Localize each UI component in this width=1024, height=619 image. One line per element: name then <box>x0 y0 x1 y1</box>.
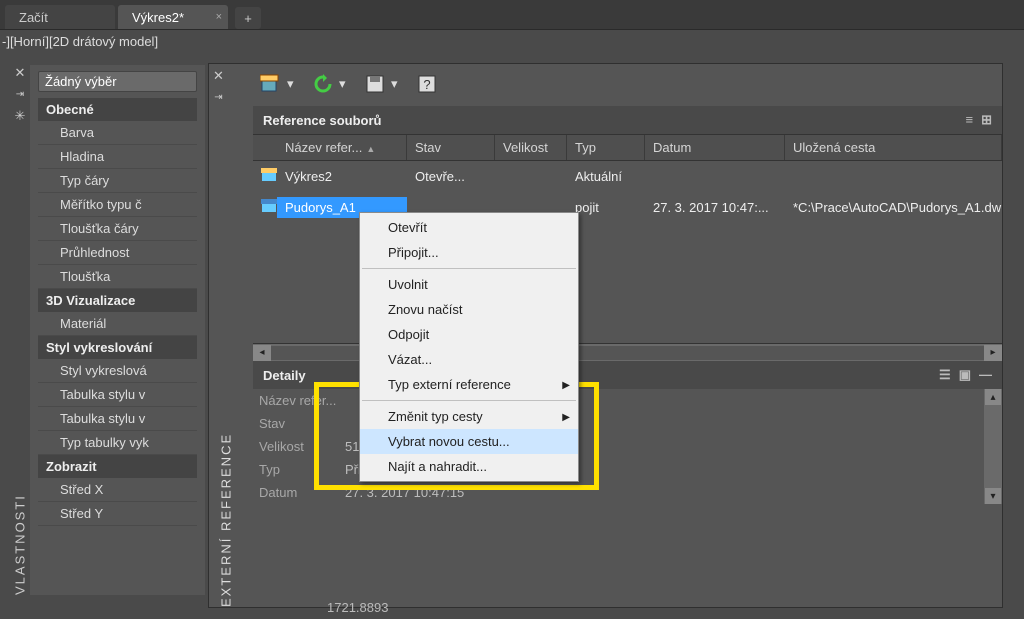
dwg-icon <box>261 167 277 183</box>
svg-text:?: ? <box>423 77 430 92</box>
prop-tloustka-cary[interactable]: Tloušťka čáry <box>38 217 197 241</box>
close-icon[interactable]: × <box>216 11 222 23</box>
stred-y-value: 1721.8893 <box>327 600 388 615</box>
chevron-right-icon: ▶ <box>562 412 570 423</box>
menu-select-new-path[interactable]: Vybrat novou cestu... <box>360 429 578 454</box>
menu-attach[interactable]: Připojit... <box>360 240 578 265</box>
prop-hladina[interactable]: Hladina <box>38 145 197 169</box>
prop-tloustka[interactable]: Tloušťka <box>38 265 197 289</box>
scroll-up-icon[interactable]: ▴ <box>985 389 1001 405</box>
section-obecne[interactable]: Obecné <box>38 98 197 121</box>
menu-detach[interactable]: Odpojit <box>360 322 578 347</box>
prop-barva[interactable]: Barva <box>38 121 197 145</box>
minimize-icon[interactable]: — <box>979 367 992 383</box>
menu-open[interactable]: Otevřít <box>360 215 578 240</box>
panel-title: Reference souborů <box>263 113 381 128</box>
prop-pruhlednost[interactable]: Průhlednost <box>38 241 197 265</box>
attach-dwg-button[interactable] <box>259 72 283 96</box>
preview-icon[interactable]: ▣ <box>959 367 971 383</box>
menu-unload[interactable]: Uvolnit <box>360 272 578 297</box>
context-menu: Otevřít Připojit... Uvolnit Znovu načíst… <box>359 212 579 482</box>
table-header: Název refer...▲ Stav Velikost Typ Datum … <box>253 134 1002 161</box>
table-row[interactable]: Výkres2 Otevře... Aktuální <box>253 161 1002 192</box>
tab-drawing[interactable]: Výkres2* × <box>118 5 228 29</box>
workspace: VLASTNOSTI ✕ ⇥ ✳ Žádný výběr Obecné Barv… <box>0 55 1024 619</box>
menu-find-replace[interactable]: Najít a nahradit... <box>360 454 578 479</box>
menu-reload[interactable]: Znovu načíst <box>360 297 578 322</box>
col-name[interactable]: Název refer...▲ <box>277 135 407 160</box>
add-tab-button[interactable]: + <box>235 7 261 29</box>
dock-icon[interactable]: ⇥ <box>16 89 24 100</box>
panel-title: Detaily <box>263 368 306 383</box>
help-button[interactable]: ? <box>415 72 439 96</box>
menu-path-type[interactable]: Změnit typ cesty▶ <box>360 404 578 429</box>
col-velikost[interactable]: Velikost <box>495 135 567 160</box>
properties-palette: Žádný výběr Obecné Barva Hladina Typ čár… <box>30 65 205 595</box>
refresh-button[interactable] <box>311 72 335 96</box>
details-view-icon[interactable]: ☰ <box>939 367 951 383</box>
prop-material[interactable]: Materiál <box>38 312 197 336</box>
chevron-right-icon: ▶ <box>562 380 570 391</box>
properties-palette-title: VLASTNOSTI <box>10 65 30 595</box>
menu-separator <box>362 400 576 401</box>
chevron-down-icon[interactable]: ▾ <box>287 76 297 92</box>
prop-tab-stylu2[interactable]: Tabulka stylu v <box>38 407 197 431</box>
close-icon[interactable]: ✕ <box>15 65 26 81</box>
xref-palette: EXTERNÍ REFERENCE ✕ ⇥ ▾ ▾ ▾ ? Referen <box>208 63 1003 608</box>
col-cesta[interactable]: Uložená cesta <box>785 135 1002 160</box>
xref-toolbar: ▾ ▾ ▾ ? <box>209 64 1002 106</box>
col-datum[interactable]: Datum <box>645 135 785 160</box>
col-typ[interactable]: Typ <box>567 135 645 160</box>
list-view-icon[interactable]: ≡ <box>966 112 974 128</box>
menu-separator <box>362 268 576 269</box>
selection-dropdown[interactable]: Žádný výběr <box>38 71 197 92</box>
prop-stred-y[interactable]: Střed Y <box>38 502 197 526</box>
chevron-down-icon[interactable]: ▾ <box>339 76 349 92</box>
xref-palette-title: EXTERNÍ REFERENCE <box>215 64 237 607</box>
dwg-icon <box>261 198 277 214</box>
sort-asc-icon: ▲ <box>366 144 375 154</box>
section-zobrazit[interactable]: Zobrazit <box>38 455 197 478</box>
scroll-right-icon[interactable]: ▸ <box>984 345 1002 361</box>
prop-tab-stylu1[interactable]: Tabulka stylu v <box>38 383 197 407</box>
viewport-label[interactable]: -][Horní][2D drátový model] <box>0 30 1024 53</box>
v-scrollbar[interactable]: ▴ ▾ <box>984 389 1002 504</box>
tab-bar: Začít Výkres2* × + <box>0 0 1024 30</box>
tree-view-icon[interactable]: ⊞ <box>981 112 992 128</box>
close-icon[interactable]: ✕ <box>213 68 224 84</box>
chevron-down-icon[interactable]: ▾ <box>391 76 401 92</box>
prop-typ-tabulky[interactable]: Typ tabulky vyk <box>38 431 197 455</box>
section-3dviz[interactable]: 3D Vizualizace <box>38 289 197 312</box>
file-refs-header: Reference souborů ≡ ⊞ <box>253 106 1002 134</box>
menu-xref-type[interactable]: Typ externí reference▶ <box>360 372 578 397</box>
scroll-left-icon[interactable]: ◂ <box>253 345 271 361</box>
dock-icon[interactable]: ⇥ <box>214 92 222 103</box>
prop-stred-x[interactable]: Střed X <box>38 478 197 502</box>
prop-typ-cary[interactable]: Typ čáry <box>38 169 197 193</box>
prop-meritko[interactable]: Měřítko typu č <box>38 193 197 217</box>
save-button[interactable] <box>363 72 387 96</box>
col-stav[interactable]: Stav <box>407 135 495 160</box>
scroll-down-icon[interactable]: ▾ <box>985 488 1001 504</box>
menu-bind[interactable]: Vázat... <box>360 347 578 372</box>
gear-icon[interactable]: ✳ <box>15 108 26 124</box>
tab-start[interactable]: Začít <box>5 5 115 29</box>
section-styl[interactable]: Styl vykreslování <box>38 336 197 359</box>
prop-styl-vykr[interactable]: Styl vykreslová <box>38 359 197 383</box>
